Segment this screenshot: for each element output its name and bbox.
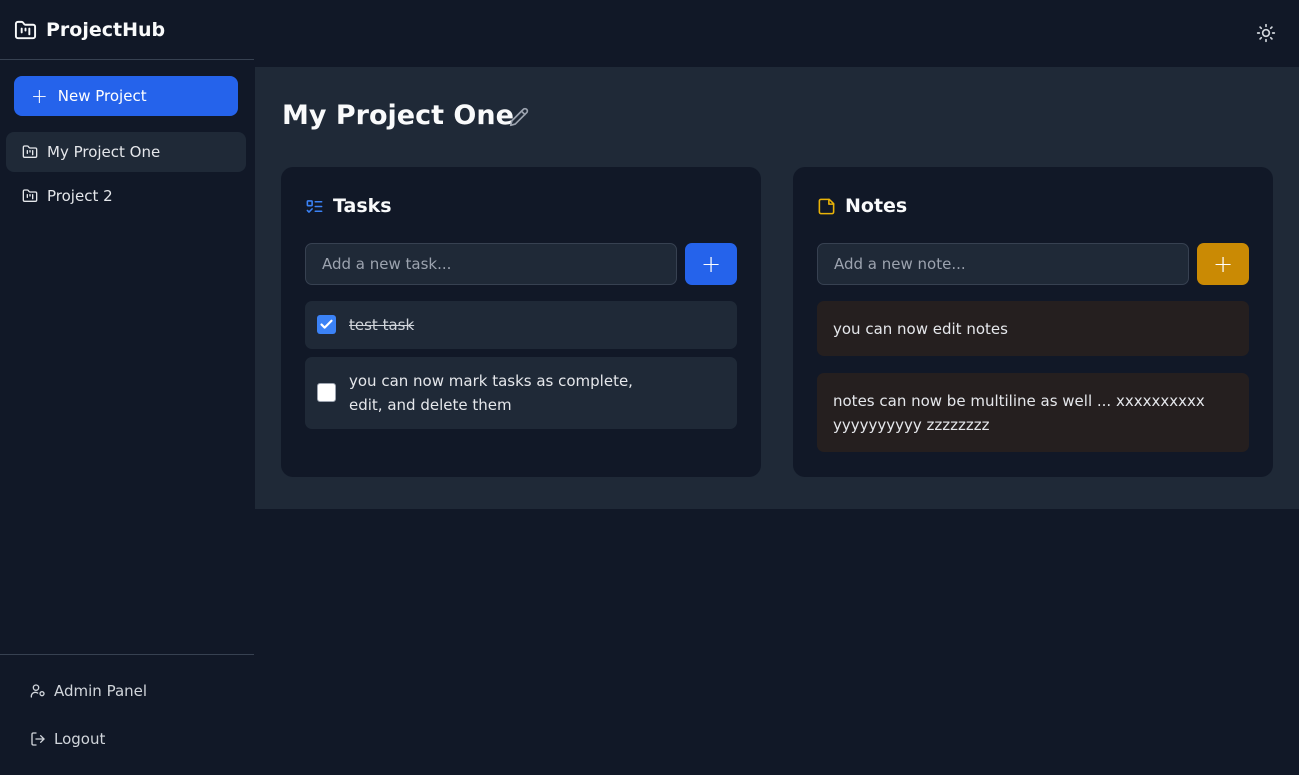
main-content: My Project One Tasks + test task you can… [255,67,1299,509]
admin-panel-link[interactable]: Admin Panel [30,679,147,703]
notes-heading: Notes [817,195,907,217]
add-note-button[interactable]: + [1197,243,1249,285]
folder-kanban-icon [14,20,37,39]
task-item[interactable]: you can now mark tasks as complete, edit… [305,357,737,429]
log-out-icon [31,732,45,746]
edit-title-button[interactable] [509,107,531,129]
folder-kanban-icon [22,145,38,158]
task-checkbox[interactable] [317,315,336,334]
app-brand[interactable]: ProjectHub [14,17,165,43]
note-item[interactable]: you can now edit notes [817,301,1249,356]
sidebar: ProjectHub + New Project My Project One … [0,0,254,775]
note-text: you can now edit notes [833,320,1008,338]
sidebar-item-my-project-one[interactable]: My Project One [6,132,246,172]
app-name: ProjectHub [46,19,166,41]
sticky-note-icon [818,198,835,214]
task-text: you can now mark tasks as complete, edit… [349,372,633,414]
tasks-heading-label: Tasks [333,195,392,217]
task-checkbox[interactable] [317,383,336,402]
task-item[interactable]: test task [305,301,737,349]
new-project-button[interactable]: + New Project [14,76,238,116]
list-checks-icon [306,199,323,213]
plus-icon: + [1212,250,1234,278]
tasks-card: Tasks + test task you can now mark tasks… [281,167,761,477]
sidebar-divider [0,59,254,60]
task-text: test task [349,316,415,334]
page-title: My Project One [282,100,514,131]
notes-heading-label: Notes [845,195,908,217]
logout-link[interactable]: Logout [30,727,105,751]
notes-card: Notes + you can now edit notes notes can… [793,167,1273,477]
admin-panel-label: Admin Panel [54,682,148,700]
sidebar-item-label: My Project One [47,143,161,161]
check-icon [320,319,333,329]
folder-kanban-icon [22,189,38,202]
pencil-icon [509,107,529,127]
tasks-heading: Tasks [305,195,392,217]
note-item[interactable]: notes can now be multiline as well ... x… [817,373,1249,452]
theme-toggle-button[interactable] [1254,21,1278,45]
logout-label: Logout [54,730,106,748]
sidebar-item-project-2[interactable]: Project 2 [6,176,246,216]
plus-icon: + [31,84,48,108]
sidebar-item-label: Project 2 [47,187,113,205]
add-task-button[interactable]: + [685,243,737,285]
new-note-input[interactable] [817,243,1189,285]
sidebar-divider [0,654,254,655]
plus-icon: + [700,250,722,278]
new-task-input[interactable] [305,243,677,285]
new-project-label: New Project [57,87,147,105]
sun-icon [1256,23,1276,43]
note-text: notes can now be multiline as well ... x… [833,392,1205,434]
user-cog-icon [30,684,45,698]
